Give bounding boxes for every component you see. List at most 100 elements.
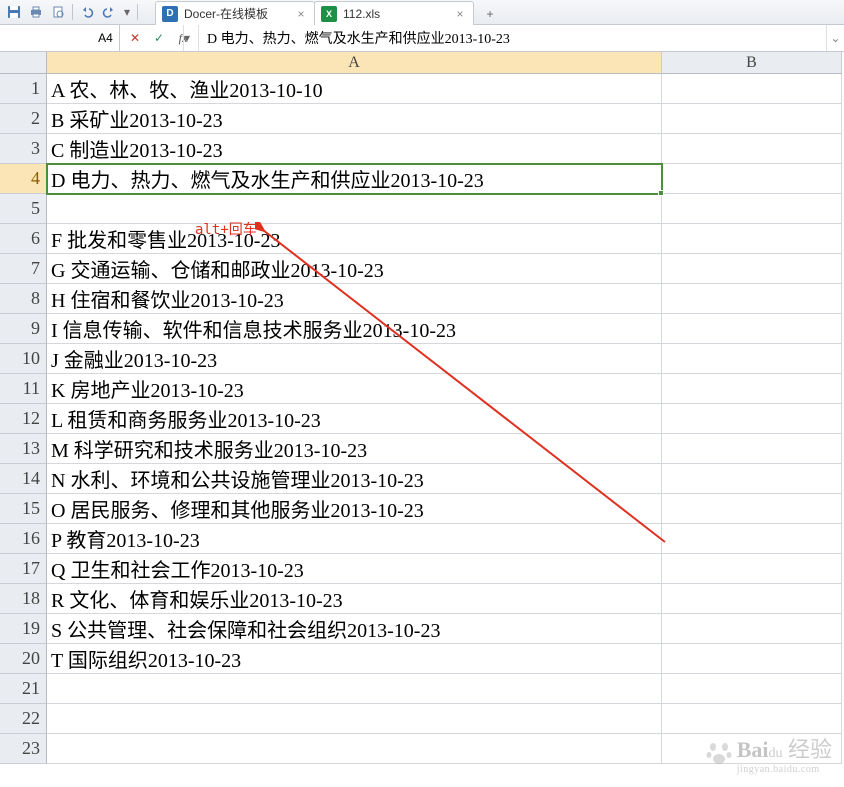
cell[interactable] [662, 494, 842, 524]
fill-handle[interactable] [658, 190, 664, 196]
cell[interactable] [662, 644, 842, 674]
tab-file[interactable]: X 112.xls × [314, 1, 474, 25]
cell[interactable] [662, 254, 842, 284]
row-header[interactable]: 16 [0, 524, 47, 554]
row-headers: 1234567891011121314151617181920212223 [0, 74, 47, 764]
undo-icon[interactable] [77, 2, 97, 22]
add-tab-button[interactable]: + [477, 3, 503, 25]
cell[interactable]: R 文化、体育和娱乐业2013-10-23 [47, 584, 662, 614]
cell[interactable] [662, 314, 842, 344]
save-icon[interactable] [4, 2, 24, 22]
row-header[interactable]: 1 [0, 74, 47, 104]
close-icon[interactable]: × [453, 7, 467, 21]
cell[interactable] [47, 734, 662, 764]
cell[interactable]: I 信息传输、软件和信息技术服务业2013-10-23 [47, 314, 662, 344]
cell[interactable]: O 居民服务、修理和其他服务业2013-10-23 [47, 494, 662, 524]
cell[interactable] [662, 464, 842, 494]
cell[interactable]: Q 卫生和社会工作2013-10-23 [47, 554, 662, 584]
expand-formula-icon[interactable]: ⌄ [826, 25, 844, 51]
row-header[interactable]: 10 [0, 344, 47, 374]
row-header[interactable]: 3 [0, 134, 47, 164]
cell[interactable] [662, 614, 842, 644]
cell[interactable]: L 租赁和商务服务业2013-10-23 [47, 404, 662, 434]
row-header[interactable]: 15 [0, 494, 47, 524]
formula-input[interactable] [199, 25, 826, 51]
cell[interactable] [662, 524, 842, 554]
name-box[interactable] [28, 31, 183, 45]
table-row: G 交通运输、仓储和邮政业2013-10-23 [47, 254, 844, 284]
column-header[interactable]: A [47, 52, 662, 74]
row-header[interactable]: 17 [0, 554, 47, 584]
cell[interactable] [662, 404, 842, 434]
table-row: B 采矿业2013-10-23 [47, 104, 844, 134]
column-header[interactable]: B [662, 52, 842, 74]
spreadsheet-grid: AB 1234567891011121314151617181920212223… [0, 52, 844, 787]
row-header[interactable]: 4 [0, 164, 47, 194]
row-header[interactable]: 18 [0, 584, 47, 614]
cell[interactable]: P 教育2013-10-23 [47, 524, 662, 554]
cell[interactable]: B 采矿业2013-10-23 [47, 104, 662, 134]
row-header[interactable]: 11 [0, 374, 47, 404]
cell[interactable] [662, 134, 842, 164]
cell[interactable] [662, 74, 842, 104]
table-row: I 信息传输、软件和信息技术服务业2013-10-23 [47, 314, 844, 344]
cell[interactable]: F 批发和零售业2013-10-23 [47, 224, 662, 254]
table-row: C 制造业2013-10-23 [47, 134, 844, 164]
cell[interactable]: M 科学研究和技术服务业2013-10-23 [47, 434, 662, 464]
row-header[interactable]: 12 [0, 404, 47, 434]
table-row: R 文化、体育和娱乐业2013-10-23 [47, 584, 844, 614]
cell[interactable] [662, 704, 842, 734]
row-header[interactable]: 19 [0, 614, 47, 644]
cell[interactable]: D 电力、热力、燃气及水生产和供应业2013-10-23 [47, 164, 662, 194]
cell[interactable]: T 国际组织2013-10-23 [47, 644, 662, 674]
print-icon[interactable] [26, 2, 46, 22]
cell[interactable] [47, 674, 662, 704]
table-row: S 公共管理、社会保障和社会组织2013-10-23 [47, 614, 844, 644]
table-row: T 国际组织2013-10-23 [47, 644, 844, 674]
row-header[interactable]: 8 [0, 284, 47, 314]
row-header[interactable]: 14 [0, 464, 47, 494]
name-box-dropdown-icon[interactable]: ▾ [183, 25, 190, 51]
table-row: O 居民服务、修理和其他服务业2013-10-23 [47, 494, 844, 524]
close-icon[interactable]: × [294, 7, 308, 21]
cell[interactable]: G 交通运输、仓储和邮政业2013-10-23 [47, 254, 662, 284]
cell[interactable] [662, 104, 842, 134]
qat-customize-icon[interactable]: ▾ [121, 2, 133, 22]
row-header[interactable]: 2 [0, 104, 47, 134]
cells-area[interactable]: A 农、林、牧、渔业2013-10-10B 采矿业2013-10-23C 制造业… [47, 74, 844, 764]
cell[interactable]: J 金融业2013-10-23 [47, 344, 662, 374]
cell[interactable] [662, 554, 842, 584]
annotation-text: alt+回车 [195, 219, 257, 239]
cell[interactable]: H 住宿和餐饮业2013-10-23 [47, 284, 662, 314]
cell[interactable]: C 制造业2013-10-23 [47, 134, 662, 164]
cell[interactable]: S 公共管理、社会保障和社会组织2013-10-23 [47, 614, 662, 644]
row-header[interactable]: 5 [0, 194, 47, 224]
row-header[interactable]: 21 [0, 674, 47, 704]
cell[interactable] [662, 284, 842, 314]
cell[interactable] [662, 434, 842, 464]
row-header[interactable]: 20 [0, 644, 47, 674]
cell[interactable] [662, 584, 842, 614]
row-header[interactable]: 13 [0, 434, 47, 464]
cell[interactable]: K 房地产业2013-10-23 [47, 374, 662, 404]
row-header[interactable]: 9 [0, 314, 47, 344]
cell[interactable] [662, 194, 842, 224]
cell[interactable] [662, 344, 842, 374]
column-headers: AB [47, 52, 844, 74]
redo-icon[interactable] [99, 2, 119, 22]
tab-docer[interactable]: D Docer-在线模板 × [155, 1, 315, 25]
cell[interactable] [47, 704, 662, 734]
cell[interactable] [662, 224, 842, 254]
row-header[interactable]: 23 [0, 734, 47, 764]
cell[interactable] [662, 164, 842, 194]
print-preview-icon[interactable] [48, 2, 68, 22]
cell[interactable] [662, 374, 842, 404]
row-header[interactable]: 7 [0, 254, 47, 284]
cell[interactable]: N 水利、环境和公共设施管理业2013-10-23 [47, 464, 662, 494]
row-header[interactable]: 22 [0, 704, 47, 734]
row-header[interactable]: 6 [0, 224, 47, 254]
cell[interactable]: A 农、林、牧、渔业2013-10-10 [47, 74, 662, 104]
select-all-corner[interactable] [0, 52, 47, 74]
cell[interactable] [47, 194, 662, 224]
cell[interactable] [662, 674, 842, 704]
